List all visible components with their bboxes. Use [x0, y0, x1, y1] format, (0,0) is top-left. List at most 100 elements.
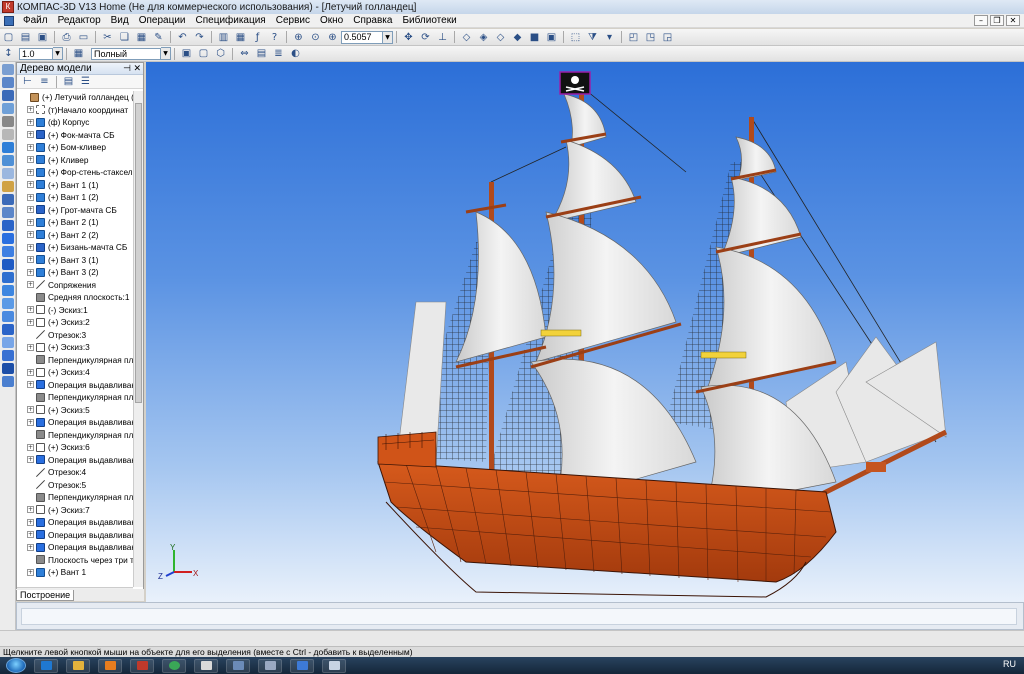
- tree-item[interactable]: + (+) Эскиз:5: [17, 404, 133, 417]
- kompas-app-icon[interactable]: К: [2, 1, 14, 13]
- zoom-input[interactable]: 0.5057: [341, 30, 383, 44]
- tree-item[interactable]: + (+) Вант 2 (1): [17, 216, 133, 229]
- taskbar-app3-icon[interactable]: [258, 658, 282, 673]
- save-icon[interactable]: ▣: [35, 30, 50, 44]
- tree-item[interactable]: + (+) Грот-мачта СБ: [17, 204, 133, 217]
- tree-item[interactable]: + (+) Эскиз:4: [17, 366, 133, 379]
- tree-item[interactable]: + (+) Фор-стень-стаксел: [17, 166, 133, 179]
- taskbar-app4-icon[interactable]: [290, 658, 314, 673]
- 3d-viewport[interactable]: Y X Z: [146, 62, 1024, 602]
- expand-icon[interactable]: +: [27, 193, 34, 201]
- select-filter-icon[interactable]: ▾: [602, 30, 617, 44]
- tab-build[interactable]: Построение: [16, 590, 75, 601]
- filter-icon[interactable]: ⧩: [585, 30, 600, 44]
- display-mode-select[interactable]: Полный: [91, 47, 161, 60]
- tree-item[interactable]: + (+) Эскиз:6: [17, 441, 133, 454]
- menu-service[interactable]: Сервис: [271, 15, 315, 26]
- tree-item[interactable]: Отрезок:5: [17, 479, 133, 492]
- tree-item[interactable]: + (ф) Корпус: [17, 116, 133, 129]
- cut-extrude-icon[interactable]: [2, 285, 14, 296]
- expand-icon[interactable]: +: [27, 231, 34, 239]
- redo-icon[interactable]: ↷: [192, 30, 207, 44]
- fillet-icon[interactable]: [2, 298, 14, 309]
- tree-structure-icon[interactable]: ≡: [37, 75, 52, 89]
- ship-model-render[interactable]: Y X Z: [146, 62, 1024, 602]
- loft-icon[interactable]: [2, 259, 14, 270]
- tree-item[interactable]: + (+) Вант 3 (2): [17, 266, 133, 279]
- expand-icon[interactable]: +: [27, 206, 34, 214]
- chamfer-icon[interactable]: [2, 311, 14, 322]
- section2-icon[interactable]: ◳: [643, 30, 658, 44]
- step-icon[interactable]: ↕: [1, 47, 16, 61]
- menu-operations[interactable]: Операции: [134, 15, 191, 26]
- tree-item[interactable]: Перпендикулярная пл: [17, 391, 133, 404]
- document-icon[interactable]: [4, 15, 14, 26]
- expand-icon[interactable]: +: [27, 118, 34, 126]
- view-orient-icon[interactable]: ▣: [179, 47, 194, 61]
- taskbar-media-icon[interactable]: [98, 658, 122, 673]
- constraints-icon[interactable]: [2, 129, 14, 140]
- tree-item[interactable]: + (+) Фок-мачта СБ: [17, 129, 133, 142]
- editing-icon[interactable]: [2, 77, 14, 88]
- expand-icon[interactable]: +: [27, 418, 34, 426]
- start-button[interactable]: [6, 658, 26, 673]
- tree-item[interactable]: Перпендикулярная пл: [17, 429, 133, 442]
- pan-icon[interactable]: ✥: [401, 30, 416, 44]
- expand-icon[interactable]: +: [27, 368, 34, 376]
- table-icon[interactable]: ▤: [254, 47, 269, 61]
- new-file-icon[interactable]: ▢: [1, 30, 16, 44]
- paste-icon[interactable]: ▦: [134, 30, 149, 44]
- tree-order-icon[interactable]: ⊢: [20, 75, 35, 89]
- zoom-window-icon[interactable]: ⊕: [291, 30, 306, 44]
- tree-item[interactable]: + Операция выдавливан: [17, 516, 133, 529]
- tree-item[interactable]: Отрезок:3: [17, 329, 133, 342]
- minimize-icon[interactable]: –: [974, 15, 988, 26]
- expand-icon[interactable]: +: [27, 543, 34, 551]
- undo-icon[interactable]: ↶: [175, 30, 190, 44]
- aux-geometry-icon[interactable]: [2, 155, 14, 166]
- taskbar-chrome-icon[interactable]: [162, 658, 186, 673]
- expand-icon[interactable]: +: [27, 531, 34, 539]
- taskbar-app-icon[interactable]: [194, 658, 218, 673]
- measure-tool-icon[interactable]: [2, 181, 14, 192]
- tree-filter-icon[interactable]: ▤: [61, 75, 76, 89]
- tree-item[interactable]: + Операция выдавливан: [17, 529, 133, 542]
- spec-icon[interactable]: [2, 194, 14, 205]
- tree-item[interactable]: + (-) Эскиз:1: [17, 304, 133, 317]
- tree-vertical-scrollbar[interactable]: [133, 91, 143, 587]
- expand-icon[interactable]: +: [27, 143, 34, 151]
- zoom-dropdown-icon[interactable]: ▼: [383, 30, 393, 44]
- hidden-thin-icon[interactable]: ◇: [493, 30, 508, 44]
- tree-item[interactable]: + Операция выдавливан: [17, 379, 133, 392]
- expand-icon[interactable]: +: [27, 131, 34, 139]
- arrays-icon[interactable]: [2, 90, 14, 101]
- open-icon[interactable]: ▤: [18, 30, 33, 44]
- expand-icon[interactable]: +: [27, 106, 34, 114]
- taskbar-app2-icon[interactable]: [226, 658, 250, 673]
- geometry-icon[interactable]: [2, 64, 14, 75]
- hole-icon[interactable]: [2, 350, 14, 361]
- expand-icon[interactable]: +: [27, 443, 34, 451]
- taskbar-explorer-icon[interactable]: [34, 658, 58, 673]
- expand-icon[interactable]: +: [27, 406, 34, 414]
- tree-item[interactable]: Перпендикулярная пл: [17, 354, 133, 367]
- layers-icon[interactable]: ≣: [271, 47, 286, 61]
- mode-dropdown-icon[interactable]: ▼: [161, 47, 171, 60]
- tree-item[interactable]: + (+) Вант 1: [17, 566, 133, 579]
- variables-icon[interactable]: ▦: [233, 30, 248, 44]
- expand-icon[interactable]: +: [27, 506, 34, 514]
- mirror-icon[interactable]: [2, 376, 14, 387]
- nohidden-icon[interactable]: ◆: [510, 30, 525, 44]
- grid-icon[interactable]: ▦: [71, 47, 86, 61]
- thread-icon[interactable]: [2, 363, 14, 374]
- expand-icon[interactable]: +: [27, 268, 34, 276]
- sweep-icon[interactable]: [2, 272, 14, 283]
- language-indicator[interactable]: RU: [1003, 659, 1016, 669]
- tree-item[interactable]: + (+) Эскиз:3: [17, 341, 133, 354]
- menu-editor[interactable]: Редактор: [53, 15, 106, 26]
- expand-icon[interactable]: +: [27, 156, 34, 164]
- tree-item[interactable]: + (т)Начало координат: [17, 104, 133, 117]
- zoom-icon[interactable]: ⊙: [308, 30, 323, 44]
- expand-icon[interactable]: +: [27, 168, 34, 176]
- preview-icon[interactable]: ▭: [76, 30, 91, 44]
